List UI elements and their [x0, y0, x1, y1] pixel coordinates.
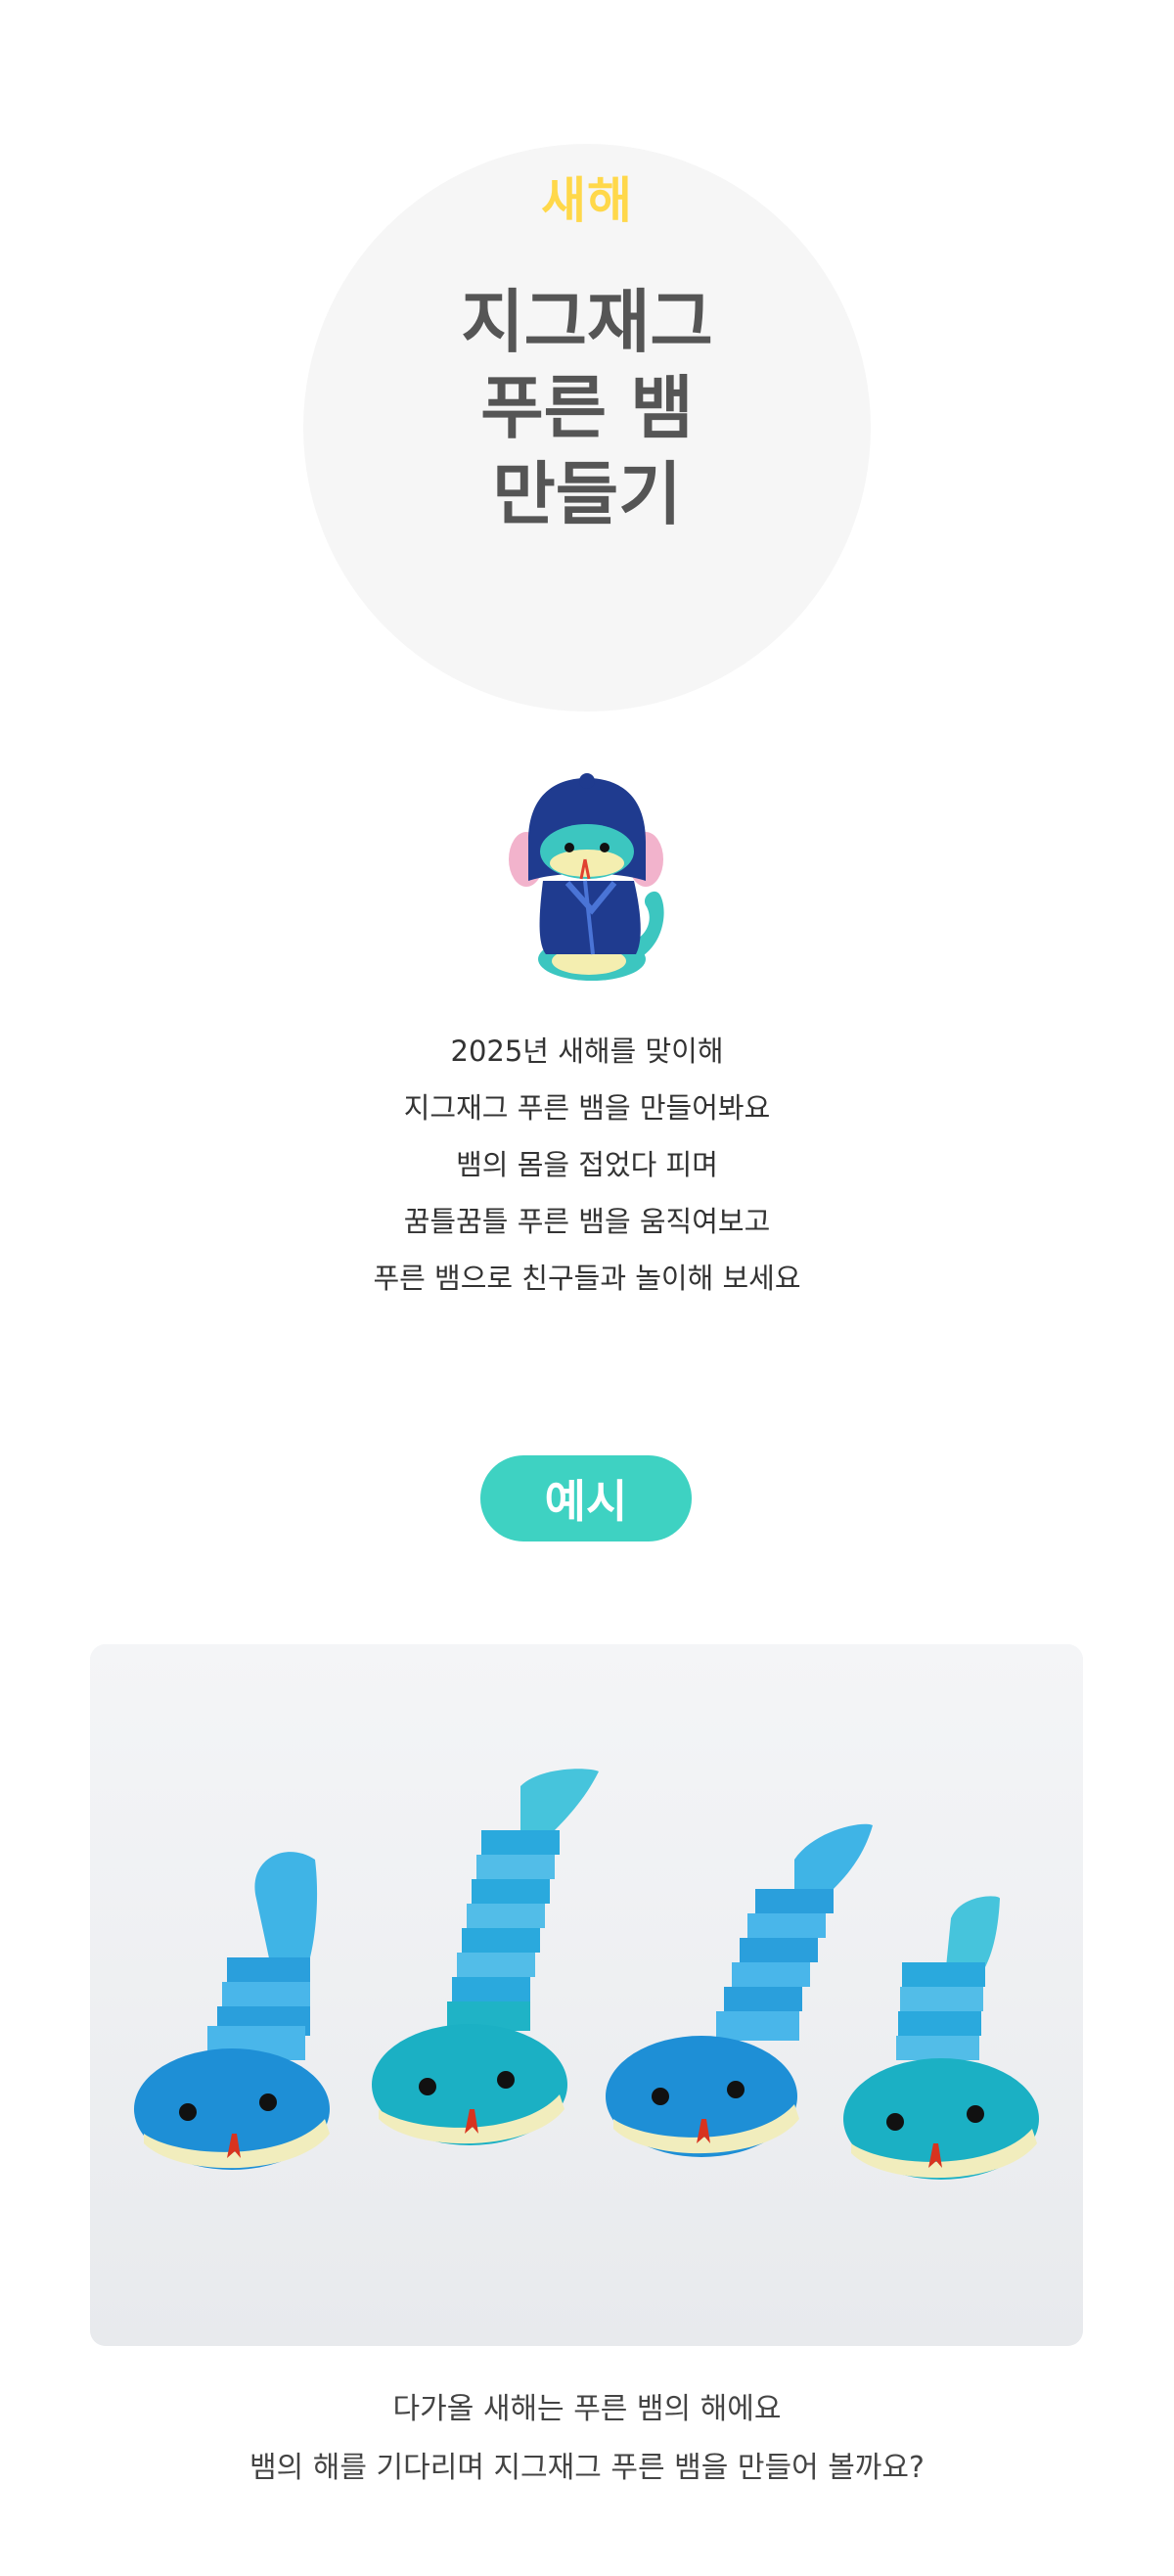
caption-line: 뱀의 해를 기다리며 지그재그 푸른 뱀을 만들어 볼까요? — [249, 2451, 925, 2485]
intro-line: 뱀의 몸을 접었다 피며 — [456, 1148, 718, 1181]
example-badge: 예시 — [480, 1455, 692, 1541]
caption-text: 다가올 새해는 푸른 뱀의 해에요 뱀의 해를 기다리며 지그재그 푸른 뱀을 … — [0, 2380, 1174, 2498]
intro-line: 꿈틀꿈틀 푸른 뱀을 움직여보고 — [403, 1205, 771, 1238]
hero-title-line-1: 지그재그 — [461, 282, 713, 362]
hero-title-line-2: 푸른 뱀 — [480, 368, 694, 448]
caption-line: 다가올 새해는 푸른 뱀의 해에요 — [392, 2392, 782, 2426]
example-photo — [90, 1644, 1083, 2346]
intro-line: 푸른 뱀으로 친구들과 놀이해 보세요 — [373, 1262, 801, 1295]
hero-kicker: 새해 — [541, 172, 633, 229]
hero-title-line-3: 만들기 — [492, 454, 682, 534]
intro-text: 2025년 새해를 맞이해 지그재그 푸른 뱀을 만들어봐요 뱀의 몸을 접었다… — [0, 1023, 1174, 1307]
snake-mascot-illustration — [509, 773, 664, 981]
intro-line: 2025년 새해를 맞이해 — [450, 1035, 724, 1068]
intro-line: 지그재그 푸른 뱀을 만들어봐요 — [403, 1091, 771, 1125]
hero-title: 지그재그 푸른 뱀 만들기 — [0, 279, 1174, 537]
